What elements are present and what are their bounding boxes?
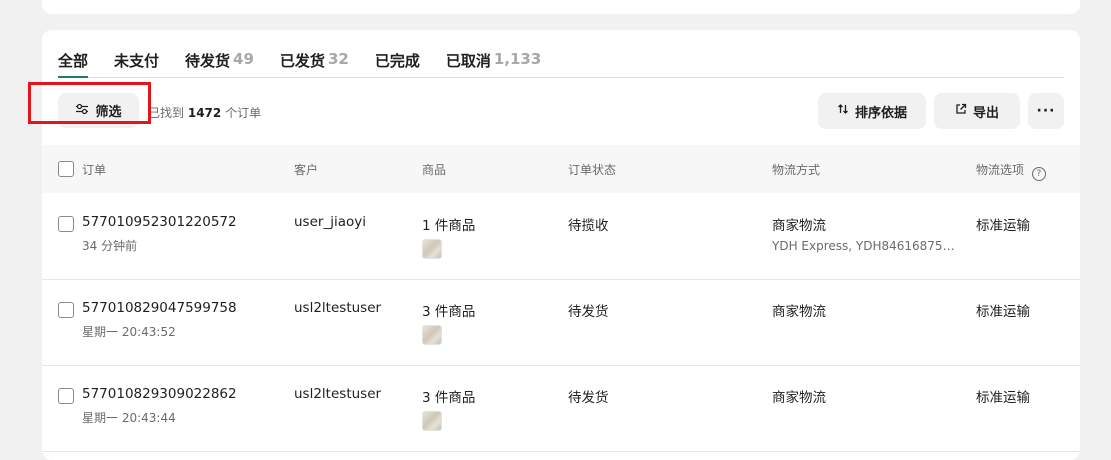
table-header: 订单 客户 商品 订单状态 物流方式 物流选项 ? bbox=[42, 145, 1080, 193]
customer-name[interactable]: usl2ltestuser bbox=[294, 300, 381, 316]
filter-label: 筛选 bbox=[95, 105, 122, 120]
export-label: 导出 bbox=[972, 105, 999, 121]
sliders-icon bbox=[75, 103, 89, 119]
tab-count: 49 bbox=[233, 50, 254, 68]
tracking-info: YDH Express, YDH84616875… bbox=[772, 239, 955, 253]
header-order: 订单 bbox=[82, 163, 107, 177]
table-row[interactable]: 577010829309022862 星期一 20:43:44 usl2ltes… bbox=[42, 365, 1080, 452]
shipping-option: 标准运输 bbox=[976, 390, 1030, 406]
sort-arrows-icon bbox=[837, 103, 849, 119]
header-customer: 客户 bbox=[294, 163, 319, 177]
shipping-method: 商家物流 bbox=[772, 218, 826, 234]
tab-all[interactable]: 全部 bbox=[58, 46, 89, 78]
select-all-checkbox[interactable] bbox=[58, 161, 74, 177]
tab-label: 待发货 bbox=[185, 52, 231, 70]
more-button[interactable]: ··· bbox=[1028, 93, 1064, 129]
goods-count[interactable]: 1 件商品 bbox=[422, 214, 475, 234]
order-time: 星期一 20:43:52 bbox=[82, 325, 176, 339]
order-status: 待发货 bbox=[568, 390, 609, 406]
shipping-option: 标准运输 bbox=[976, 218, 1030, 234]
filter-button[interactable]: 筛选 bbox=[58, 93, 139, 128]
export-button[interactable]: 导出 bbox=[934, 93, 1020, 129]
header-status: 订单状态 bbox=[568, 163, 617, 177]
tab-count: 32 bbox=[327, 50, 349, 68]
row-checkbox[interactable] bbox=[58, 216, 74, 232]
tab-completed[interactable]: 已完成 bbox=[375, 46, 420, 77]
header-shipping-option: 物流选项 ? bbox=[976, 161, 1046, 181]
tab-to-ship[interactable]: 待发货 49 bbox=[185, 46, 254, 77]
tab-label: 全部 bbox=[58, 52, 89, 70]
order-id[interactable]: 577010829047599758 bbox=[82, 300, 237, 316]
sort-label: 排序依据 bbox=[854, 105, 907, 121]
tab-shipped[interactable]: 已发货 32 bbox=[280, 46, 349, 77]
sort-button[interactable]: 排序依据 bbox=[818, 93, 926, 129]
more-label: ··· bbox=[1036, 103, 1056, 119]
product-thumbnail bbox=[422, 239, 442, 259]
orders-card: 全部 未支付 待发货 49 已发货 32 已完成 已取消 1,133 筛选 已找… bbox=[42, 30, 1080, 460]
product-thumbnail bbox=[422, 325, 442, 345]
table-row[interactable]: 577010952301220572 34 分钟前 user_jiaoyi 1 … bbox=[42, 193, 1080, 280]
tab-label: 未支付 bbox=[114, 52, 160, 70]
question-circle-icon[interactable]: ? bbox=[1031, 167, 1046, 181]
results-count: 已找到 1472 个订单 bbox=[148, 104, 261, 121]
header-shipping: 物流方式 bbox=[772, 163, 821, 177]
top-card bbox=[42, 0, 1080, 14]
tab-cancelled[interactable]: 已取消 1,133 bbox=[446, 46, 541, 77]
table-row[interactable]: 577010829047599758 星期一 20:43:52 usl2ltes… bbox=[42, 279, 1080, 366]
customer-name[interactable]: user_jiaoyi bbox=[294, 214, 366, 230]
goods-count[interactable]: 3 件商品 bbox=[422, 300, 475, 320]
order-time: 34 分钟前 bbox=[82, 239, 138, 253]
order-status-tabs: 全部 未支付 待发货 49 已发货 32 已完成 已取消 1,133 bbox=[58, 46, 1064, 78]
found-suffix: 个订单 bbox=[225, 106, 262, 120]
found-prefix: 已找到 bbox=[148, 106, 185, 120]
found-count: 1472 bbox=[187, 106, 222, 120]
tab-unpaid[interactable]: 未支付 bbox=[114, 46, 159, 77]
shipping-method: 商家物流 bbox=[772, 304, 826, 320]
order-status: 待发货 bbox=[568, 304, 609, 320]
tab-label: 已发货 bbox=[279, 52, 325, 70]
customer-name[interactable]: usl2ltestuser bbox=[294, 386, 381, 402]
tab-count: 1,133 bbox=[493, 50, 542, 68]
row-checkbox[interactable] bbox=[58, 302, 74, 318]
tab-label: 已完成 bbox=[374, 52, 420, 70]
product-thumbnail bbox=[422, 411, 442, 431]
header-shipping-option-label: 物流选项 bbox=[976, 163, 1025, 177]
tab-label: 已取消 bbox=[445, 52, 491, 70]
shipping-option: 标准运输 bbox=[976, 304, 1030, 320]
order-status: 待揽收 bbox=[568, 218, 609, 234]
header-goods: 商品 bbox=[422, 163, 447, 177]
goods-count[interactable]: 3 件商品 bbox=[422, 386, 475, 406]
external-link-icon bbox=[955, 103, 967, 119]
shipping-method: 商家物流 bbox=[772, 390, 826, 406]
row-checkbox[interactable] bbox=[58, 388, 74, 404]
order-time: 星期一 20:43:44 bbox=[82, 411, 176, 425]
order-id[interactable]: 577010829309022862 bbox=[82, 386, 237, 402]
order-id[interactable]: 577010952301220572 bbox=[82, 214, 237, 230]
